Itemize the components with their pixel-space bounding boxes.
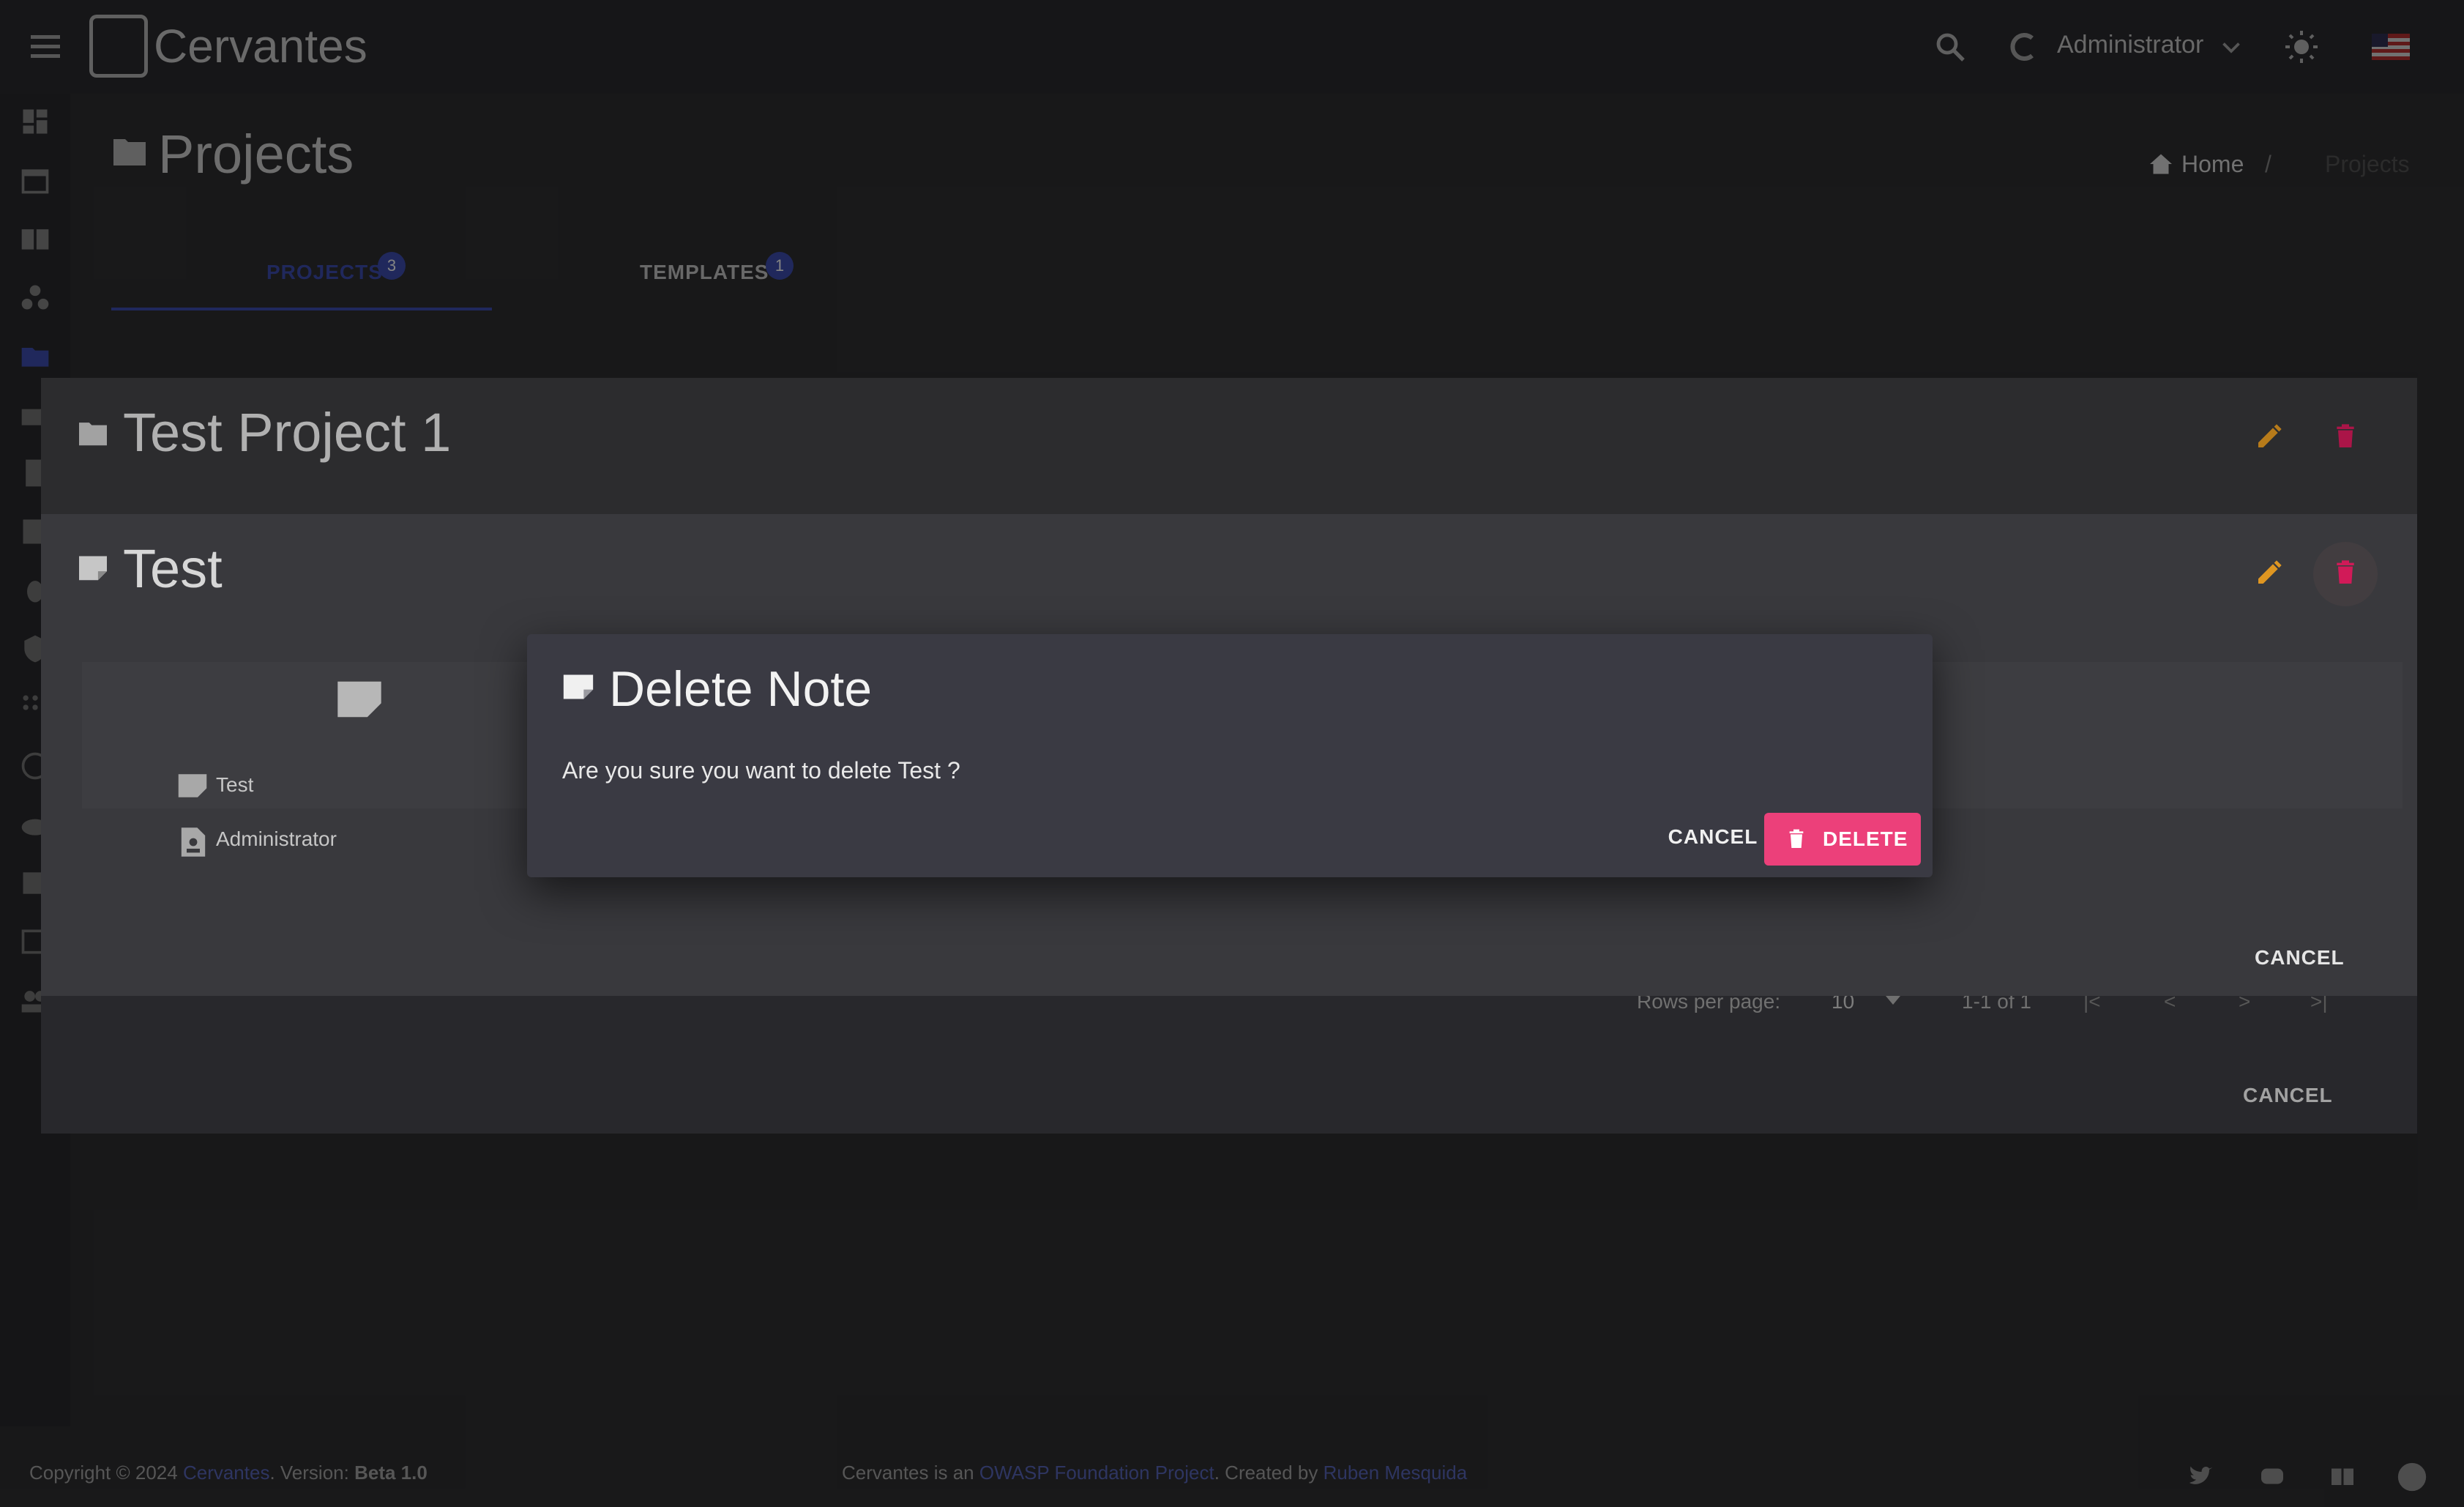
delete-dialog-message: Are you sure you want to delete Test ? — [562, 757, 960, 784]
note-icon — [563, 674, 594, 699]
delete-note-dialog: Delete Note Are you sure you want to del… — [527, 634, 1933, 877]
delete-button-label: DELETE — [1823, 827, 1908, 850]
delete-button[interactable]: DELETE — [1764, 813, 1921, 866]
cancel-button[interactable]: CANCEL — [1647, 813, 1779, 861]
trash-icon — [1789, 829, 1804, 848]
delete-dialog-title: Delete Note — [609, 661, 873, 717]
